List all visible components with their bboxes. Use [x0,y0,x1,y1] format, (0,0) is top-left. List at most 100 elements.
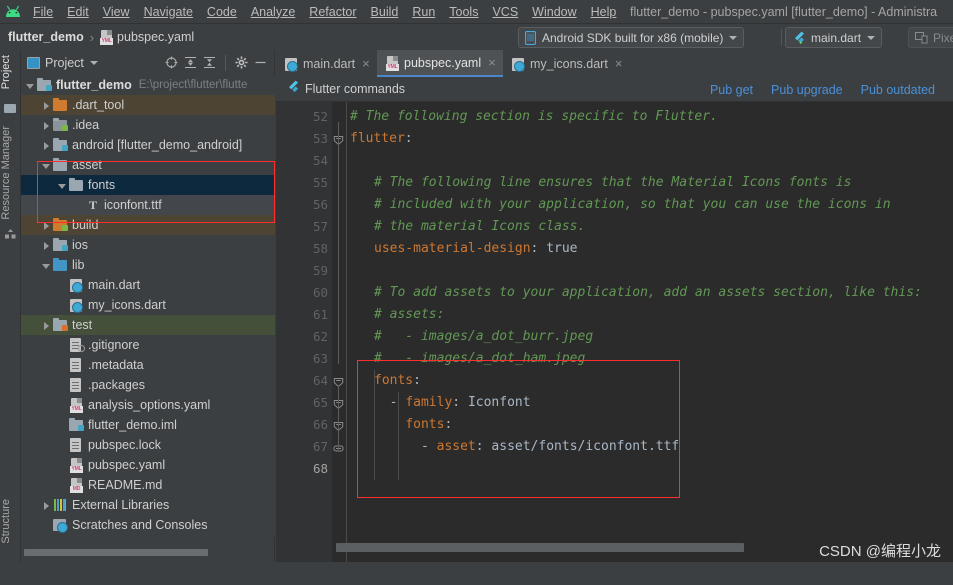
tree-toggle-right-icon[interactable] [41,500,52,511]
tree-item-readme-md[interactable]: MD README.md [21,475,275,495]
tree-item-scratches-and-consoles[interactable]: Scratches and Consoles [21,515,275,535]
editor-tab-close-icon[interactable]: × [362,56,370,71]
tree-item-my-icons-dart[interactable]: my_icons.dart [21,295,275,315]
menu-refactor[interactable]: Refactor [302,0,363,24]
folder-plain-icon [52,158,68,172]
gear-icon[interactable] [232,53,251,72]
collapse-all-icon[interactable] [200,53,219,72]
tree-toggle-down-icon[interactable] [25,80,36,91]
project-scrollbar-thumb[interactable] [24,549,208,556]
target-icon[interactable] [162,53,181,72]
menu-window[interactable]: Window [525,0,583,24]
code-line[interactable]: # - images/a_dot_ham.jpeg [346,348,585,370]
breadcrumb-project[interactable]: flutter_demo [8,30,84,44]
pub-links-group: Pub get Pub upgrade Pub outdated [710,77,953,102]
code-line[interactable]: flutter: [346,128,413,150]
editor-tab-my-icons-dart[interactable]: my_icons.dart × [503,50,629,77]
code-line[interactable] [346,260,350,282]
project-view-chevron-down-icon[interactable] [89,60,98,65]
tree-toggle-right-icon[interactable] [41,120,52,131]
editor-tab-main-dart[interactable]: main.dart × [276,50,377,77]
tree-item-flutter-demo-iml[interactable]: flutter_demo.iml [21,415,275,435]
code-view[interactable]: 52 53 54 55 56 57 58 59 60 61 62 63 64 65 66 67 68 # The… [276,102,953,562]
code-line[interactable]: fonts: [346,370,421,392]
code-line[interactable]: # - images/a_dot_burr.jpeg [346,326,593,348]
menu-edit[interactable]: Edit [60,0,96,24]
tree-item-pubspec-lock[interactable]: pubspec.lock [21,435,275,455]
code-line[interactable]: # The following line ensures that the Ma… [346,172,851,194]
project-tree[interactable]: flutter_demo E:\project\flutter\flutte .da… [21,75,275,537]
minimize-icon[interactable] [251,53,270,72]
tree-item-fonts[interactable]: fonts [21,175,275,195]
device-selector[interactable]: Android SDK built for x86 (mobile) [518,27,745,48]
code-line[interactable] [346,150,350,172]
menu-run[interactable]: Run [405,0,442,24]
tree-item-main-dart[interactable]: main.dart [21,275,275,295]
menu-navigate[interactable]: Navigate [137,0,200,24]
project-horizontal-scrollbar[interactable] [24,548,272,556]
code-line[interactable]: uses-material-design: true [346,238,578,260]
tree-item-analysis-options-yaml[interactable]: YML analysis_options.yaml [21,395,275,415]
menu-file[interactable]: File [26,0,60,24]
code-line[interactable]: # To add assets to your application, add… [346,282,922,304]
pub-link-pub-upgrade[interactable]: Pub upgrade [771,83,843,97]
menu-vcs[interactable]: VCS [485,0,525,24]
pub-link-pub-outdated[interactable]: Pub outdated [861,83,935,97]
tree-item-ios[interactable]: ios [21,235,275,255]
menu-analyze[interactable]: Analyze [244,0,302,24]
code-line[interactable]: # The following section is specific to F… [346,106,718,128]
editor-scrollbar-thumb[interactable] [336,543,744,552]
tree-toggle-down-icon[interactable] [41,160,52,171]
menu-code[interactable]: Code [200,0,244,24]
tree-item-build[interactable]: build [21,215,275,235]
tree-toggle-down-icon[interactable] [57,180,68,191]
tree-item-lib[interactable]: lib [21,255,275,275]
code-line[interactable]: fonts: [346,414,452,436]
tree-item-external-libraries[interactable]: External Libraries [21,495,275,515]
tree-item-iconfont-ttf[interactable]: Ticonfont.ttf [21,195,275,215]
code-folding-column[interactable] [332,102,346,562]
editor-tab-close-icon[interactable]: × [488,55,496,70]
tree-toggle-right-icon[interactable] [41,240,52,251]
tree-item-android-flutter-demo-android[interactable]: android [flutter_demo_android] [21,135,275,155]
code-line[interactable]: - asset: asset/fonts/iconfont.ttf [346,436,679,458]
sidebar-tab-structure[interactable]: Structure [0,496,21,547]
code-line[interactable]: # assets: [346,304,444,326]
pub-link-pub-get[interactable]: Pub get [710,83,753,97]
code-line[interactable]: # the material Icons class. [346,216,585,238]
tree-item-flutter-demo[interactable]: flutter_demo E:\project\flutter\flutte [21,75,275,95]
tree-item-metadata[interactable]: .metadata [21,355,275,375]
breadcrumb-file[interactable]: pubspec.yaml [117,30,194,44]
code-line[interactable]: # included with your application, so tha… [346,194,891,216]
tree-item-gitignore[interactable]: .gitignore [21,335,275,355]
menu-build[interactable]: Build [364,0,406,24]
editor-tab-close-icon[interactable]: × [615,56,623,71]
sidebar-tab-project[interactable]: Project [0,52,21,92]
tree-item-asset[interactable]: asset [21,155,275,175]
expand-all-icon[interactable] [181,53,200,72]
tree-toggle-right-icon[interactable] [41,140,52,151]
menu-view[interactable]: View [96,0,137,24]
code-text[interactable]: # The following section is specific to F… [346,102,953,562]
tree-item-dart-tool[interactable]: .dart_tool [21,95,275,115]
tree-item-idea[interactable]: .idea [21,115,275,135]
project-folder-icon [4,102,17,115]
tree-item-test[interactable]: test [21,315,275,335]
run-configuration-selector[interactable]: main.dart [785,27,883,48]
menu-tools[interactable]: Tools [442,0,485,24]
tree-item-pubspec-yaml[interactable]: YML pubspec.yaml [21,455,275,475]
tree-toggle-right-icon[interactable] [41,100,52,111]
code-line[interactable] [346,458,350,480]
tree-toggle-right-icon[interactable] [41,320,52,331]
fold-start-icon[interactable] [333,375,344,388]
extra-device-widget[interactable]: Pixe [908,27,953,48]
tree-toggle-down-icon[interactable] [41,260,52,271]
sidebar-tab-resource-manager[interactable]: Resource Manager [0,123,21,223]
tree-item-packages[interactable]: .packages [21,375,275,395]
editor-tab-pubspec-yaml[interactable]: YML pubspec.yaml × [377,50,503,77]
tree-toggle-right-icon[interactable] [41,220,52,231]
menu-help[interactable]: Help [584,0,624,24]
